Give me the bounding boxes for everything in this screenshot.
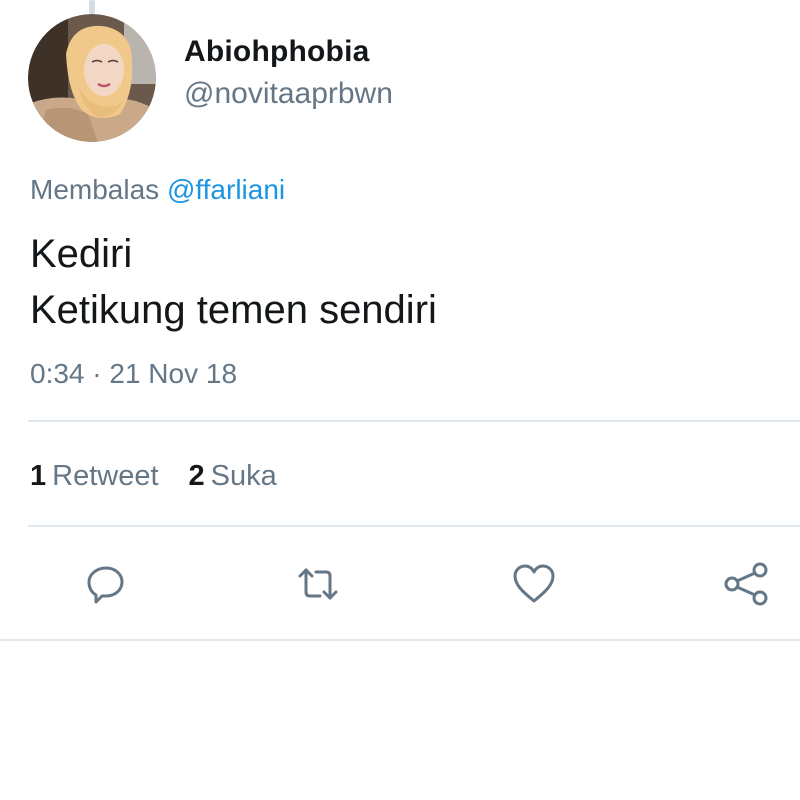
share-icon [724,562,768,606]
divider [28,525,800,527]
user-handle[interactable]: @novitaaprbwn [184,74,393,114]
retweet-button[interactable] [294,562,342,606]
divider [0,639,800,641]
reply-mention-link[interactable]: @ffarliani [167,174,285,205]
like-button[interactable] [510,562,558,606]
user-meta: Abiohphobia @novitaaprbwn [184,32,393,114]
reply-prefix: Membalas [30,174,160,205]
like-label: Suka [210,460,277,492]
tweet-text: Kediri Ketikung temen sendiri [30,226,437,338]
retweet-count: 1 [30,460,47,492]
reply-icon [87,566,124,604]
divider [28,420,800,422]
retweet-icon [298,568,338,600]
display-name[interactable]: Abiohphobia [184,32,393,72]
retweet-stat[interactable]: 1 Retweet [30,456,159,496]
thread-connector-line [89,0,95,14]
tweet-stats: 1 Retweet 2 Suka [30,456,307,496]
share-button[interactable] [722,562,770,606]
tweet-actions [0,562,800,606]
tweet-header: Abiohphobia @novitaaprbwn [28,14,393,142]
reply-button[interactable] [82,562,130,606]
retweet-label: Retweet [52,460,159,492]
heart-icon [513,564,555,603]
avatar[interactable] [28,14,156,142]
like-count: 2 [188,460,205,492]
reply-context: Membalas @ffarliani [30,170,285,210]
tweet-text-line: Kediri [30,232,133,276]
tweet-text-line: Ketikung temen sendiri [30,288,437,332]
tweet-timestamp[interactable]: 0:34 · 21 Nov 18 [30,354,237,394]
like-stat[interactable]: 2 Suka [189,456,277,496]
